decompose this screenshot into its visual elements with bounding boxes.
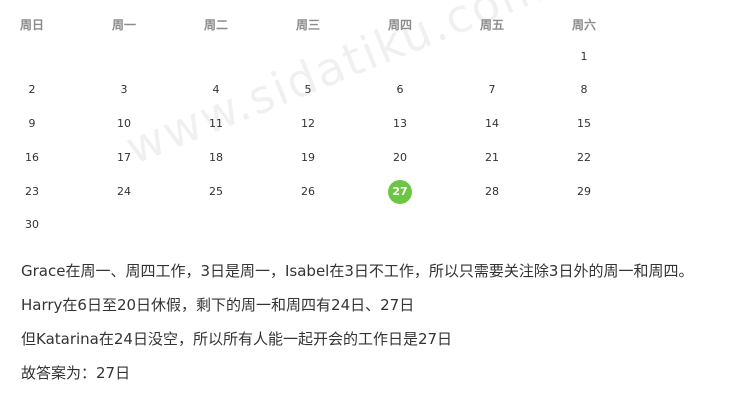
weekday-header: 周五 (479, 18, 504, 32)
explanation-line-4: 故答案为：27日 (21, 364, 131, 382)
calendar-day[interactable]: 10 (104, 112, 144, 136)
explanation-line-1: Grace在周一、周四工作，3日是周一，Isabel在3日不工作，所以只需要关注… (21, 262, 694, 280)
calendar-day[interactable]: 8 (564, 78, 604, 102)
calendar-day[interactable]: 6 (380, 78, 420, 102)
calendar-day[interactable]: 16 (12, 146, 52, 170)
calendar-day[interactable]: 22 (564, 146, 604, 170)
calendar-day[interactable]: 17 (104, 146, 144, 170)
calendar-day[interactable]: 14 (472, 112, 512, 136)
calendar-day[interactable]: 24 (104, 180, 144, 204)
page: www.sidatiku.com 周日 周一 周二 周三 周四 周五 周六 1 2 3 4 5 6 7 8 9… (0, 0, 740, 400)
calendar-day[interactable]: 19 (288, 146, 328, 170)
calendar-day[interactable]: 18 (196, 146, 236, 170)
calendar-day[interactable]: 11 (196, 112, 236, 136)
calendar-day[interactable]: 7 (472, 78, 512, 102)
calendar-day[interactable]: 3 (104, 78, 144, 102)
weekday-header: 周三 (295, 18, 320, 32)
calendar-day[interactable]: 30 (12, 213, 52, 237)
explanation-line-3: 但Katarina在24日没空，所以所有人能一起开会的工作日是27日 (21, 330, 453, 348)
explanation-line-2: Harry在6日至20日休假，剩下的周一和周四有24日、27日 (21, 296, 415, 314)
weekday-header: 周四 (387, 18, 412, 32)
calendar-day[interactable]: 25 (196, 180, 236, 204)
calendar-day[interactable]: 15 (564, 112, 604, 136)
calendar-day[interactable]: 5 (288, 78, 328, 102)
weekday-header: 周日 (19, 18, 44, 32)
calendar-day[interactable]: 20 (380, 146, 420, 170)
calendar-day[interactable]: 29 (564, 180, 604, 204)
weekday-header: 周一 (111, 18, 136, 32)
explanation: Grace在周一、周四工作，3日是周一，Isabel在3日不工作，所以只需要关注… (21, 256, 736, 392)
calendar-day[interactable]: 9 (12, 112, 52, 136)
calendar-day[interactable]: 12 (288, 112, 328, 136)
calendar-day[interactable]: 2 (12, 78, 52, 102)
calendar-day-selected[interactable]: 27 (388, 180, 412, 204)
calendar-day[interactable]: 13 (380, 112, 420, 136)
calendar-day[interactable]: 26 (288, 180, 328, 204)
calendar-day[interactable]: 4 (196, 78, 236, 102)
calendar-day[interactable]: 21 (472, 146, 512, 170)
calendar-day[interactable]: 1 (564, 45, 604, 69)
calendar-day[interactable]: 28 (472, 180, 512, 204)
weekday-header: 周六 (571, 18, 596, 32)
calendar-day[interactable]: 23 (12, 180, 52, 204)
weekday-header: 周二 (203, 18, 228, 32)
calendar: www.sidatiku.com 周日 周一 周二 周三 周四 周五 周六 1 2 3 4 5 6 7 8 9… (0, 0, 740, 240)
